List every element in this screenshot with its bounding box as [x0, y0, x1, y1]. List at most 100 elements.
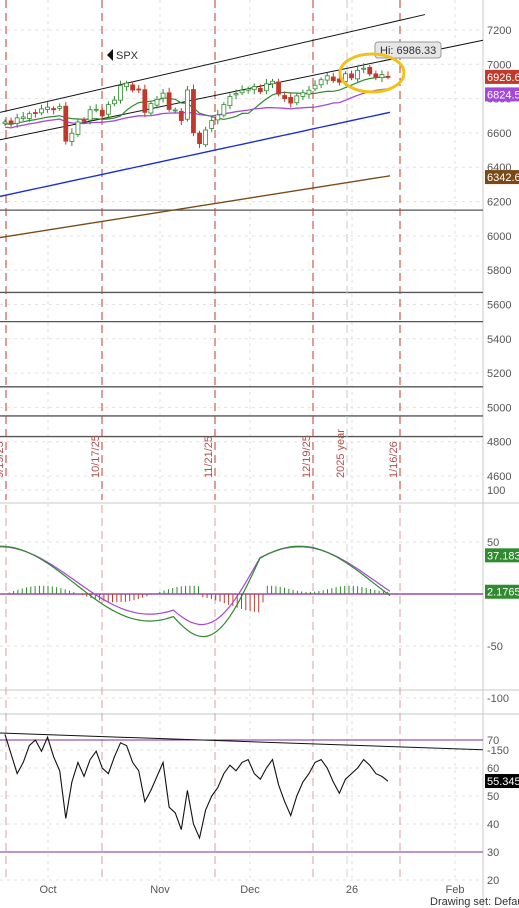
price-tick-label: 5200 [487, 368, 511, 380]
candle-body [227, 96, 233, 107]
candle-body [99, 109, 105, 117]
candle-body [239, 89, 245, 94]
candle-body [112, 99, 117, 105]
candle-body [63, 105, 69, 142]
candle-body [203, 129, 209, 146]
price-tick-label: 7200 [487, 25, 511, 37]
rsi-value-tag: 55.345 [487, 776, 519, 788]
candle-body [191, 89, 196, 134]
candle-body [2, 121, 8, 125]
candle-body [154, 98, 160, 106]
candle-body [32, 112, 38, 114]
price-tick-label: 5000 [487, 402, 511, 414]
candle-body [45, 106, 50, 110]
event-marker-label: 11/21/25 [203, 436, 215, 478]
event-marker-label: 1/16/26 [388, 441, 400, 478]
macd-value-tag: 37.183 [487, 550, 519, 562]
rsi-tick-label: 70 [487, 735, 499, 747]
candle-body [51, 108, 57, 111]
candle-body [142, 89, 148, 113]
rsi-panel [0, 732, 484, 853]
candle-body [282, 95, 288, 100]
candle-body [251, 86, 257, 91]
candle-body [87, 109, 93, 121]
price-tick-label: 7000 [487, 59, 511, 71]
candle-body [75, 121, 81, 135]
candle-body [20, 116, 26, 119]
candle-body [136, 88, 142, 91]
price-tick-label: 4600 [487, 471, 511, 483]
candle-body [172, 109, 178, 112]
price-panel-bg [0, 0, 483, 500]
price-tick-label: 4800 [487, 437, 511, 449]
candle-body [130, 84, 136, 91]
candle-body [160, 92, 166, 99]
candle-body [385, 75, 391, 78]
macd-panel [0, 545, 483, 638]
price-value-tag: 6342.6 [487, 172, 519, 184]
candle-body [105, 104, 111, 115]
x-tick-label: Nov [150, 884, 170, 896]
candle-body [69, 132, 75, 142]
candle-body [379, 74, 385, 79]
candle-body [288, 97, 294, 104]
spx-chart: 9/19/25 10/17/25 11/21/25 12/19/25 2025 year… [0, 0, 519, 908]
rsi-tick-label: 30 [487, 847, 499, 859]
candle-body [148, 103, 154, 114]
rsi-tick-label: 50 [487, 791, 499, 803]
candle-body [373, 73, 379, 78]
candle-body [264, 83, 269, 92]
rsi-trend-line [0, 732, 484, 751]
macd-tick-label: 50 [487, 537, 499, 549]
candle-body [349, 73, 354, 79]
macd-tick-label: -100 [487, 693, 509, 705]
candle-body [14, 117, 20, 124]
price-tick-label: 5600 [487, 299, 511, 311]
price-tick-label: 5400 [487, 334, 511, 346]
price-tick-label: 6000 [487, 231, 511, 243]
rsi-tick-label: 60 [487, 763, 499, 775]
candle-body [355, 69, 361, 80]
price-tick-label: 5800 [487, 265, 511, 277]
candle-body [257, 87, 263, 93]
candle-body [166, 92, 172, 110]
candle-body [361, 67, 367, 70]
price-value-tag: 6926.6 [487, 72, 519, 84]
candle-body [294, 95, 300, 104]
candle-body [233, 93, 239, 96]
x-tick-label: 26 [346, 884, 358, 896]
price-tick-label: 6200 [487, 197, 511, 209]
candle-body [367, 66, 373, 75]
macd-tick-label: -50 [487, 641, 503, 653]
candle-body [306, 89, 312, 95]
event-marker-label: 2025 year [335, 429, 347, 478]
candle-body [184, 89, 190, 120]
macd-value-tag: 2.1765 [487, 587, 519, 599]
candle-body [39, 108, 44, 114]
candle-body [312, 84, 318, 90]
price-value-tag: 6824.5 [487, 89, 519, 101]
candle-body [118, 85, 123, 101]
x-tick-label: Oct [39, 884, 56, 896]
candle-body [270, 80, 275, 85]
x-tick-label: Dec [240, 884, 260, 896]
event-marker-label: 10/17/25 [90, 435, 102, 478]
candle-body [124, 82, 129, 88]
candle-body [81, 120, 87, 122]
candle-body [318, 79, 324, 86]
candle-body [26, 113, 32, 119]
macd-tick-label: 100 [487, 485, 505, 497]
candle-body [8, 120, 14, 124]
candle-body [324, 75, 330, 81]
candle-body [330, 76, 336, 82]
rsi-tick-label: 40 [487, 819, 499, 831]
candle-body [93, 108, 99, 111]
candle-body [57, 106, 63, 109]
drawing-set-label: Drawing set: Default [430, 896, 519, 908]
candle-body [197, 132, 202, 144]
candle-body [221, 104, 227, 116]
x-tick-label: Feb [446, 884, 465, 896]
macd-signal-line [0, 546, 391, 626]
event-marker-label: 12/19/25 [301, 435, 313, 478]
candle-body [209, 120, 215, 129]
